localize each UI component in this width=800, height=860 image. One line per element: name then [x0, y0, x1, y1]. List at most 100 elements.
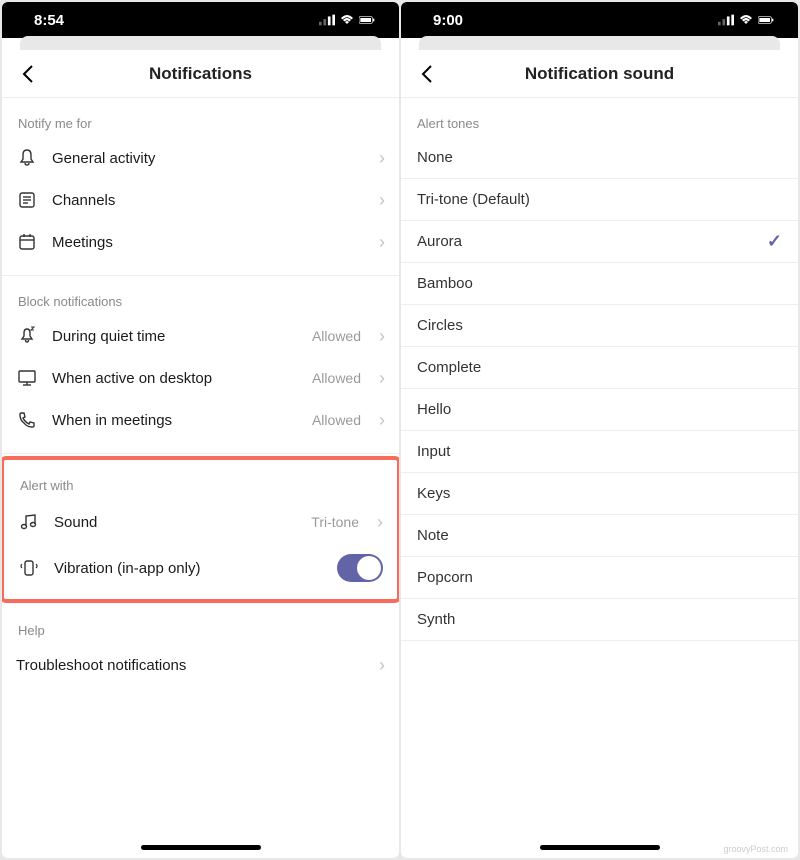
page-title: Notifications	[149, 64, 252, 84]
chevron-right-icon: ›	[379, 326, 385, 347]
row-meetings[interactable]: Meetings ›	[2, 221, 399, 263]
tone-label: Popcorn	[417, 569, 473, 586]
section-header-help: Help	[2, 605, 399, 644]
bell-icon	[16, 147, 38, 169]
row-value: Allowed	[312, 412, 361, 428]
tone-label: Hello	[417, 401, 451, 418]
tone-row[interactable]: Keys	[401, 473, 798, 515]
wifi-icon	[738, 14, 754, 26]
cellular-icon	[319, 14, 335, 26]
row-label: Sound	[54, 514, 297, 531]
tone-row[interactable]: Note	[401, 515, 798, 557]
row-label: Vibration (in-app only)	[54, 560, 323, 577]
back-button[interactable]	[12, 58, 44, 90]
desktop-icon	[16, 367, 38, 389]
background-tab	[20, 36, 381, 50]
cellular-icon	[718, 14, 734, 26]
tone-row[interactable]: Aurora ✓	[401, 221, 798, 263]
page-title: Notification sound	[525, 64, 674, 84]
divider	[2, 453, 399, 454]
chevron-right-icon: ›	[379, 148, 385, 169]
tone-label: Keys	[417, 485, 450, 502]
row-label: General activity	[52, 150, 365, 167]
background-tab	[419, 36, 780, 50]
music-icon	[18, 511, 40, 533]
battery-icon	[758, 14, 774, 26]
tone-row[interactable]: Synth	[401, 599, 798, 641]
wifi-icon	[339, 14, 355, 26]
status-time: 9:00	[433, 12, 463, 29]
tone-row[interactable]: Bamboo	[401, 263, 798, 305]
highlight-box: Alert with Sound Tri-tone › Vibration (i…	[2, 456, 399, 603]
vibration-icon	[18, 557, 40, 579]
section-header-block: Block notifications	[2, 276, 399, 315]
section-header-notify: Notify me for	[2, 98, 399, 137]
tone-row[interactable]: Input	[401, 431, 798, 473]
chevron-right-icon: ›	[377, 512, 383, 533]
bell-snooze-icon	[16, 325, 38, 347]
vibration-toggle[interactable]	[337, 554, 383, 582]
chevron-left-icon	[421, 64, 433, 84]
row-sound[interactable]: Sound Tri-tone ›	[4, 499, 397, 545]
chevron-left-icon	[22, 64, 34, 84]
tone-label: Aurora	[417, 233, 462, 250]
row-value: Tri-tone	[311, 514, 359, 530]
chevron-right-icon: ›	[379, 410, 385, 431]
tone-label: Circles	[417, 317, 463, 334]
row-label: Channels	[52, 192, 365, 209]
tone-row[interactable]: Popcorn	[401, 557, 798, 599]
row-quiet-time[interactable]: During quiet time Allowed ›	[2, 315, 399, 357]
row-channels[interactable]: Channels ›	[2, 179, 399, 221]
chevron-right-icon: ›	[379, 232, 385, 253]
title-bar: Notification sound	[401, 50, 798, 98]
tone-row[interactable]: Complete	[401, 347, 798, 389]
tone-row[interactable]: Circles	[401, 305, 798, 347]
content: Alert tones None Tri-tone (Default) Aurora…	[401, 98, 798, 858]
back-button[interactable]	[411, 58, 443, 90]
chevron-right-icon: ›	[379, 368, 385, 389]
status-bar: 9:00	[401, 2, 798, 38]
tone-label: Synth	[417, 611, 455, 628]
section-header-tones: Alert tones	[401, 98, 798, 137]
tone-label: None	[417, 149, 453, 166]
row-label: Meetings	[52, 234, 365, 251]
home-indicator[interactable]	[141, 845, 261, 850]
row-value: Allowed	[312, 370, 361, 386]
section-header-alert: Alert with	[4, 460, 397, 499]
row-general-activity[interactable]: General activity ›	[2, 137, 399, 179]
phone-notification-sound: 9:00 Notification sound Alert tones None…	[401, 2, 798, 858]
chevron-right-icon: ›	[379, 655, 385, 676]
battery-icon	[359, 14, 375, 26]
row-desktop[interactable]: When active on desktop Allowed ›	[2, 357, 399, 399]
row-in-meetings[interactable]: When in meetings Allowed ›	[2, 399, 399, 441]
tone-row[interactable]: None	[401, 137, 798, 179]
row-troubleshoot[interactable]: Troubleshoot notifications ›	[2, 644, 399, 686]
content: Notify me for General activity › Channel…	[2, 98, 399, 858]
row-label: Troubleshoot notifications	[16, 657, 365, 674]
tones-list: None Tri-tone (Default) Aurora ✓ Bamboo Circl…	[401, 137, 798, 641]
chevron-right-icon: ›	[379, 190, 385, 211]
home-indicator[interactable]	[540, 845, 660, 850]
phone-notifications: 8:54 Notifications Notify me for General…	[2, 2, 399, 858]
status-icons	[718, 14, 774, 26]
tone-row[interactable]: Hello	[401, 389, 798, 431]
tone-label: Note	[417, 527, 449, 544]
watermark: groovyPost.com	[723, 844, 788, 854]
row-label: During quiet time	[52, 328, 298, 345]
phone-icon	[16, 409, 38, 431]
row-vibration: Vibration (in-app only)	[4, 545, 397, 591]
row-value: Allowed	[312, 328, 361, 344]
tone-label: Bamboo	[417, 275, 473, 292]
tone-label: Tri-tone (Default)	[417, 191, 530, 208]
row-label: When active on desktop	[52, 370, 298, 387]
status-time: 8:54	[34, 12, 64, 29]
tone-row[interactable]: Tri-tone (Default)	[401, 179, 798, 221]
tone-label: Complete	[417, 359, 481, 376]
check-icon: ✓	[767, 231, 782, 252]
calendar-icon	[16, 231, 38, 253]
status-bar: 8:54	[2, 2, 399, 38]
title-bar: Notifications	[2, 50, 399, 98]
channels-icon	[16, 189, 38, 211]
row-label: When in meetings	[52, 412, 298, 429]
tone-label: Input	[417, 443, 450, 460]
